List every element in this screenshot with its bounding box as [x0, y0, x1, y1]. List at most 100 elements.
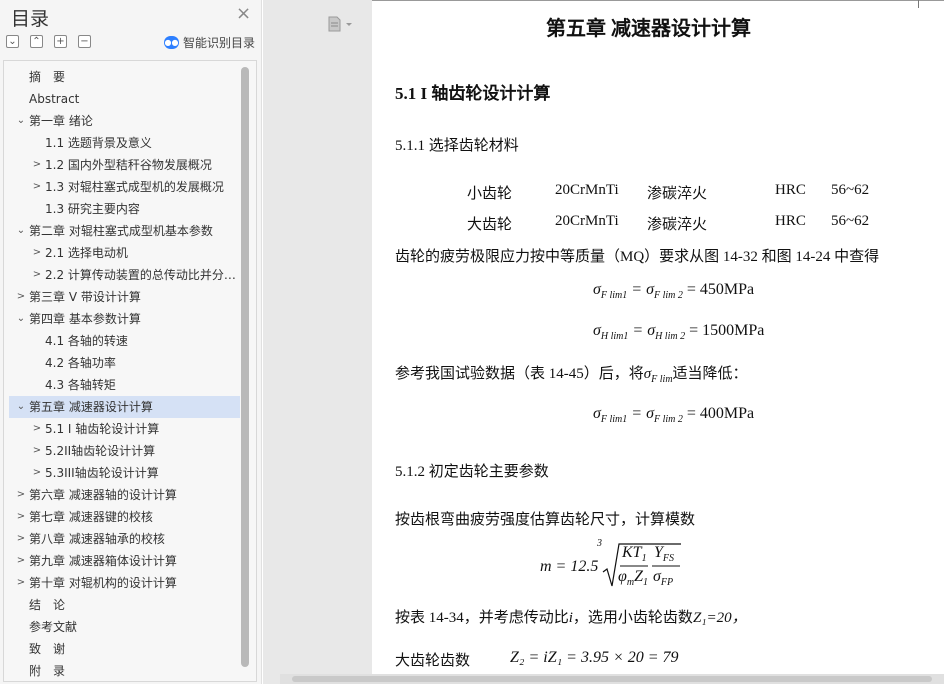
toc-item[interactable]: > 第七章 减速器键的校核 [9, 506, 240, 528]
chapter-title: 第五章 减速器设计计算 [546, 18, 751, 40]
toc-item-label: 第五章 减速器设计计算 [29, 400, 153, 414]
toc-item-label: 第七章 减速器键的校核 [29, 510, 153, 524]
toc-item-label: 1.3 研究主要内容 [45, 202, 140, 216]
gear-treatment: 渗碳淬火 [647, 217, 708, 233]
toc-sidebar: 目录 × ⌄ ⌃ + − ●● 智能识别目录 摘 要 Abstract ⌄ 第一章 绪… [0, 0, 262, 684]
toc-item[interactable]: > 第九章 减速器箱体设计计算 [9, 550, 240, 572]
paragraph-module: 按齿根弯曲疲劳强度估算齿轮尺寸，计算模数 [395, 512, 696, 528]
equation-value: = 1500MPa [689, 322, 765, 339]
chevron-right-icon[interactable]: > [15, 286, 27, 308]
toc-item-label: 第八章 减速器轴承的校核 [29, 532, 165, 546]
large-gear-label: 大齿轮齿数 [395, 653, 471, 669]
equation-sigma-hlim: σH lim1 = σH lim 2 = 1500MPa [593, 322, 765, 342]
chevron-right-icon[interactable]: > [31, 418, 43, 440]
toc-item[interactable]: 结 论 [9, 594, 240, 616]
toc-item-label: 4.2 各轴功率 [45, 356, 116, 370]
paragraph-teeth: 按表 14-34，并考虑传动比i，选用小齿轮齿数Z₁=20， [395, 606, 747, 627]
section-title: 5.1 I 轴齿轮设计计算 [395, 84, 551, 103]
toc-item-label: 4.1 各轴的转速 [45, 334, 128, 348]
paragraph-reduce: 参考我国试验数据（表 14-45）后，将σF lim适当降低： [395, 366, 748, 385]
toc-item[interactable]: >2.1 选择电动机 [9, 242, 240, 264]
horizontal-scrollbar-thumb[interactable] [292, 676, 932, 682]
toc-title: 目录 [11, 8, 50, 30]
toc-item[interactable]: ⌄ 第四章 基本参数计算 [9, 308, 240, 330]
smart-toc-label: 智能识别目录 [183, 35, 256, 50]
paragraph-text: 按表 14-34，并考虑传动比 [395, 610, 569, 626]
collapse-all-icon[interactable]: ⌄ [6, 35, 19, 48]
toc-item[interactable]: 参考文献 [9, 616, 240, 638]
chevron-down-icon[interactable]: ⌄ [15, 396, 27, 418]
toc-item-label: 第三章 V 带设计计算 [29, 290, 141, 304]
toc-item-label: 第四章 基本参数计算 [29, 312, 141, 326]
expand-up-icon[interactable]: ⌃ [30, 35, 43, 48]
toc-item-label: 1.1 选题背景及意义 [45, 136, 152, 150]
toc-item[interactable]: 1.3 研究主要内容 [9, 198, 240, 220]
collapse-level-icon[interactable]: − [78, 35, 91, 48]
toc-item-label: 第十章 对辊机构的设计计算 [29, 576, 177, 590]
chevron-down-icon[interactable]: ⌄ [15, 220, 27, 242]
toc-item[interactable]: 附 录 [9, 660, 240, 681]
chevron-right-icon[interactable]: > [31, 176, 43, 198]
toc-item[interactable]: ⌄ 第一章 绪论 [9, 110, 240, 132]
chevron-right-icon[interactable]: > [31, 242, 43, 264]
pinion-teeth: Z₁=20， [692, 610, 747, 626]
toc-item[interactable]: > 第十章 对辊机构的设计计算 [9, 572, 240, 594]
toc-item[interactable]: > 第八章 减速器轴承的校核 [9, 528, 240, 550]
page-top-border [372, 0, 944, 3]
chevron-right-icon[interactable]: > [31, 264, 43, 286]
toc-item[interactable]: >1.3 对辊柱塞式成型机的发展概况 [9, 176, 240, 198]
toc-item-label: 2.2 计算传动装置的总传动比并分… [45, 268, 236, 282]
toc-item-label: 第一章 绪论 [29, 114, 93, 128]
toc-item[interactable]: 致 谢 [9, 638, 240, 660]
equation-sigma-flim-reduced: σF lim1 = σF lim 2 = 400MPa [593, 405, 755, 425]
close-icon[interactable]: × [236, 5, 251, 23]
chevron-right-icon[interactable]: > [31, 154, 43, 176]
equation-lhs: m = 12.5 [540, 558, 599, 575]
toc-item[interactable]: >5.2II轴齿轮设计计算 [9, 440, 240, 462]
chevron-right-icon[interactable]: > [31, 440, 43, 462]
toc-item[interactable]: >5.1 I 轴齿轮设计计算 [9, 418, 240, 440]
chevron-right-icon[interactable]: > [15, 506, 27, 528]
toc-item-label: 摘 要 [29, 70, 66, 84]
toc-item-label: 致 谢 [29, 642, 66, 656]
toc-item[interactable]: > 第六章 减速器轴的设计计算 [9, 484, 240, 506]
toc-item-label: 附 录 [29, 664, 66, 678]
chevron-right-icon[interactable]: > [15, 484, 27, 506]
toc-item-label: 结 论 [29, 598, 66, 612]
smart-toc-button[interactable]: ●● 智能识别目录 [164, 34, 255, 50]
toc-item[interactable]: 摘 要 [9, 66, 240, 88]
toc-item[interactable]: >1.2 国内外型秸秆谷物发展概况 [9, 154, 240, 176]
toc-item[interactable]: 4.2 各轴功率 [9, 352, 240, 374]
document-page-icon[interactable] [327, 16, 357, 32]
equation-large-gear-teeth: Z₂ = iZ₁ = 3.95 × 20 = 79 [510, 649, 679, 666]
expand-level-icon[interactable]: + [54, 35, 67, 48]
paragraph-text: 适当降低： [672, 366, 748, 382]
toc-item-label: 1.3 对辊柱塞式成型机的发展概况 [45, 180, 224, 194]
toc-item[interactable]: 1.1 选题背景及意义 [9, 132, 240, 154]
gear-hardness-unit: HRC [775, 182, 806, 198]
gear-hardness: 56~62 [831, 182, 870, 198]
toc-item[interactable]: ⌄ 第二章 对辊柱塞式成型机基本参数 [9, 220, 240, 242]
toc-item[interactable]: Abstract [9, 88, 240, 110]
toc-item[interactable]: >2.2 计算传动装置的总传动比并分… [9, 264, 240, 286]
chevron-right-icon[interactable]: > [15, 528, 27, 550]
subsection-title-2: 5.1.2 初定齿轮主要参数 [395, 464, 549, 480]
chevron-right-icon[interactable]: > [31, 462, 43, 484]
chevron-down-icon[interactable]: ⌄ [15, 308, 27, 330]
toc-panel: 摘 要 Abstract ⌄ 第一章 绪论 1.1 选题背景及意义 >1.2 国内外型秸秆… [3, 60, 257, 682]
toc-scrollbar[interactable] [241, 65, 250, 671]
toc-item[interactable]: 4.3 各轴转矩 [9, 374, 240, 396]
toc-item[interactable]: ⌄ 第五章 减速器设计计算 [9, 396, 240, 418]
toc-item[interactable]: > 第三章 V 带设计计算 [9, 286, 240, 308]
toc-item[interactable]: >5.3III轴齿轮设计计算 [9, 462, 240, 484]
toc-item-label: Abstract [29, 92, 80, 106]
toc-item[interactable]: 4.1 各轴的转速 [9, 330, 240, 352]
toc-scrollbar-thumb[interactable] [241, 67, 249, 667]
horizontal-scrollbar[interactable] [280, 674, 944, 684]
gear-material: 20CrMnTi [555, 213, 619, 229]
toc-item-label: 5.2II轴齿轮设计计算 [45, 444, 156, 458]
chevron-right-icon[interactable]: > [15, 572, 27, 594]
chevron-right-icon[interactable]: > [15, 550, 27, 572]
gear-material: 20CrMnTi [555, 182, 619, 198]
chevron-down-icon[interactable]: ⌄ [15, 110, 27, 132]
